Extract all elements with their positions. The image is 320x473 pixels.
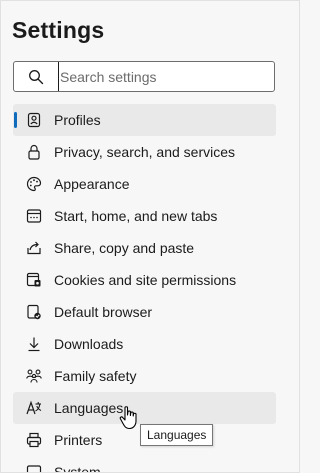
- sidebar-item-appearance[interactable]: Appearance: [13, 168, 276, 200]
- sidebar-item-label: Family safety: [54, 368, 137, 384]
- sidebar-item-label: Downloads: [54, 336, 124, 352]
- search-icon: [14, 62, 58, 91]
- home-tabs-icon: [13, 200, 54, 232]
- lock-icon: [13, 136, 54, 168]
- sidebar-item-label: Printers: [54, 432, 103, 448]
- site-permissions-icon: [13, 264, 54, 296]
- sidebar-item-label: Share, copy and paste: [54, 240, 195, 256]
- printer-icon: [13, 424, 54, 456]
- default-browser-icon: [13, 296, 54, 328]
- settings-panel: Settings Profiles Privacy, search, and s…: [0, 0, 300, 473]
- profile-icon: [13, 104, 54, 136]
- sidebar-item-start-home[interactable]: Start, home, and new tabs: [13, 200, 276, 232]
- sidebar-item-label: System: [54, 464, 101, 473]
- sidebar-item-label: Profiles: [54, 112, 101, 128]
- sidebar-item-privacy[interactable]: Privacy, search, and services: [13, 136, 276, 168]
- system-icon: [13, 456, 54, 472]
- page-title: Settings: [12, 17, 105, 43]
- sidebar-item-label: Default browser: [54, 304, 153, 320]
- download-icon: [13, 328, 54, 360]
- tooltip: Languages: [140, 424, 214, 446]
- language-icon: [13, 392, 54, 424]
- sidebar-item-profiles[interactable]: Profiles: [13, 104, 276, 136]
- sidebar-item-label: Start, home, and new tabs: [54, 208, 218, 224]
- sidebar-item-languages[interactable]: Languages: [13, 392, 276, 424]
- sidebar-item-label: Appearance: [54, 176, 130, 192]
- sidebar-item-system[interactable]: System: [13, 456, 276, 473]
- sidebar-item-default-browser[interactable]: Default browser: [13, 296, 276, 328]
- selected-indicator: [14, 112, 17, 128]
- search-input[interactable]: [58, 62, 258, 91]
- sidebar-item-cookies[interactable]: Cookies and site permissions: [13, 264, 276, 296]
- sidebar-item-label: Privacy, search, and services: [54, 144, 236, 160]
- settings-nav: Profiles Privacy, search, and services A…: [13, 104, 276, 473]
- palette-icon: [13, 168, 54, 200]
- sidebar-item-family-safety[interactable]: Family safety: [13, 360, 276, 392]
- search-box[interactable]: [13, 61, 275, 92]
- sidebar-item-share[interactable]: Share, copy and paste: [13, 232, 276, 264]
- family-icon: [13, 360, 54, 392]
- sidebar-item-downloads[interactable]: Downloads: [13, 328, 276, 360]
- hand-cursor-icon: [119, 406, 137, 430]
- share-icon: [13, 232, 54, 264]
- sidebar-item-label: Cookies and site permissions: [54, 272, 237, 288]
- sidebar-item-label: Languages: [54, 400, 124, 416]
